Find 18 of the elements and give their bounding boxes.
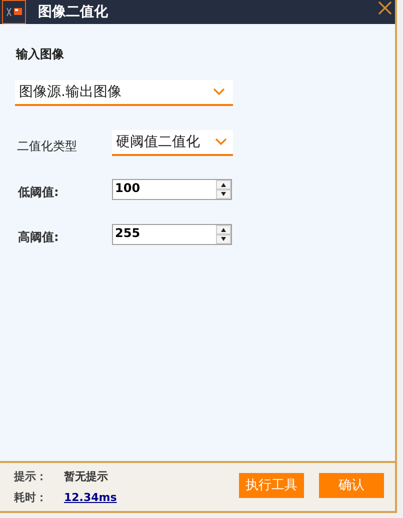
binarize-type-dropdown[interactable]: 硬阈值二值化 bbox=[112, 130, 233, 156]
number-spinner[interactable]: 255 bbox=[112, 224, 232, 245]
spin-arrows-icon[interactable] bbox=[216, 180, 231, 199]
time-label: 耗时： bbox=[14, 490, 47, 506]
hint-label: 提示： bbox=[14, 469, 47, 485]
field-label: 高阈值: bbox=[18, 229, 59, 246]
window-title: 图像二值化 bbox=[38, 2, 108, 22]
field-label: 低阈值: bbox=[18, 184, 59, 201]
chevron-down-icon bbox=[213, 88, 225, 96]
chevron-down-icon bbox=[215, 138, 227, 146]
close-icon[interactable] bbox=[377, 0, 393, 16]
hint-text: 暂无提示 bbox=[64, 469, 108, 485]
number-spinner[interactable]: 100 bbox=[112, 179, 232, 200]
time-value: 12.34ms bbox=[64, 490, 117, 506]
field-label: 输入图像 bbox=[16, 46, 64, 63]
spin-arrows-icon[interactable] bbox=[216, 225, 231, 244]
field-label: 二值化类型 bbox=[17, 138, 77, 155]
input-image-dropdown[interactable]: 图像源.输出图像 bbox=[15, 80, 233, 106]
